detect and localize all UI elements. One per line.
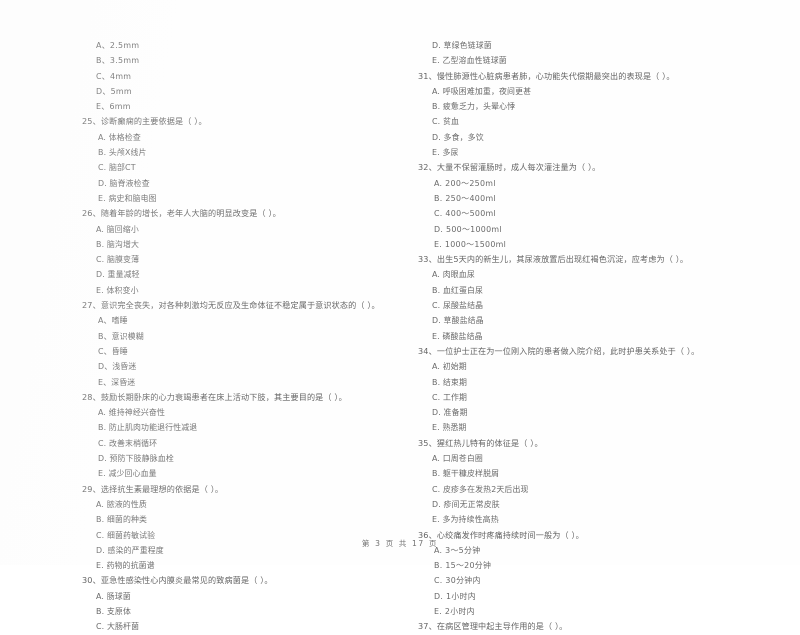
option-item: D. 草酸盐结晶 [432, 316, 484, 326]
option-item: B. 血红蛋白尿 [432, 285, 484, 295]
option-item: B、3.5mm [96, 56, 140, 66]
option-item: A. 呼吸困难加重，夜间更甚 [432, 86, 532, 96]
option-item: E. 减少回心血量 [98, 469, 157, 479]
option-item: D、5mm [96, 86, 132, 96]
option-item: C. 大肠杆菌 [96, 622, 140, 632]
option-item: E. 病史和脑电图 [98, 193, 157, 203]
option-item: B. 结束期 [432, 377, 468, 387]
option-item: C. 脑部CT [98, 163, 136, 173]
right-column: D. 草绿色链球菌 E. 乙型溶血性链球菌 31、慢性肺源性心脏病患者肺，心功能… [400, 38, 800, 631]
option-item: B. 躯干糠皮样脱屑 [432, 469, 500, 479]
question-stem: 35、猩红热儿特有的体征是（ ）。 [418, 437, 543, 448]
question-stem: 37、在病区管理中起主导作用的是（ ）。 [418, 621, 568, 632]
question-stem: 33、出生5天内的新生儿，其尿液放置后出现红褐色沉淀，应考虑为（ ）。 [418, 254, 689, 265]
option-item: E. 乙型溶血性链球菌 [432, 56, 507, 66]
option-item: B. 250～400ml [434, 193, 496, 203]
option-item: E. 1000～1500ml [434, 239, 507, 249]
question-stem: 31、慢性肺源性心脏病患者肺，心功能失代偿期最突出的表现是（ ）。 [418, 70, 675, 81]
option-item: B. 支原体 [96, 606, 132, 616]
option-item: A. 初始期 [432, 362, 467, 372]
page-footer: 第 3 页 共 17 页 [361, 539, 439, 548]
question-stem: 29、选择抗生素最理想的依据是（ ）。 [82, 483, 224, 494]
option-item: A. 肉眼血尿 [432, 270, 475, 280]
option-item: A. 脑回缩小 [96, 224, 139, 234]
option-item: C. 贫血 [432, 117, 460, 127]
option-item: A. 肠球菌 [96, 591, 131, 601]
option-item: A、嗜睡 [98, 316, 128, 326]
option-item: C、昏睡 [98, 346, 128, 356]
option-item: A. 脓液的性质 [96, 499, 147, 509]
option-item: B. 细菌的种类 [96, 515, 148, 525]
option-item: E. 体积变小 [96, 285, 139, 295]
option-item: C. 尿酸盐结晶 [432, 301, 484, 311]
option-item: B. 15～20分钟 [434, 561, 492, 571]
option-item: D. 准备期 [432, 408, 468, 418]
option-item: E、深昏迷 [98, 377, 136, 387]
option-item: A、2.5mm [96, 41, 140, 50]
option-item: D、浅昏迷 [98, 362, 137, 372]
option-item: D. 疹间无正常皮肤 [432, 499, 500, 509]
exam-page: A、2.5mm B、3.5mm C、4mm D、5mm E、6mm 25、诊断癫… [0, 0, 800, 631]
option-item: C. 工作期 [432, 392, 468, 402]
option-item: D. 1小时内 [434, 591, 476, 601]
option-item: E. 多为持续性高热 [432, 515, 499, 525]
option-item: B. 疲惫乏力，头晕心悸 [432, 102, 516, 112]
option-item: C、4mm [96, 71, 132, 81]
option-item: C. 脑膜变薄 [96, 255, 140, 265]
option-item: A. 口周苍白圈 [432, 454, 483, 464]
question-stem: 27、意识完全丧失，对各种刺激均无反应及生命体征不稳定属于意识状态的（ ）。 [82, 300, 380, 311]
option-item: C. 400～500ml [434, 209, 497, 219]
question-stem: 34、一位护士正在为一位刚入院的患者做入院介绍，此时护患关系处于（ ）。 [418, 345, 700, 356]
question-stem: 32、大量不保留灌肠时，成人每次灌注量为（ ）。 [418, 162, 601, 173]
question-stem: 26、随着年龄的增长，老年人大脑的明显改变是（ ）。 [82, 208, 281, 219]
option-item: D. 预防下肢静脉血栓 [98, 454, 174, 464]
option-item: D. 草绿色链球菌 [432, 41, 492, 50]
option-item: C. 30分钟内 [434, 576, 481, 586]
question-stem: 28、鼓励长期卧床的心力衰竭患者在床上活动下肢，其主要目的是（ ）。 [82, 391, 347, 402]
option-item: E. 2小时内 [434, 606, 475, 616]
option-item: E. 熟悉期 [432, 423, 467, 433]
option-item: B. 头颅X线片 [98, 148, 147, 158]
option-item: A. 维持神经兴奋性 [98, 408, 166, 418]
option-item: B. 脑沟增大 [96, 239, 140, 249]
option-item: A. 200～250ml [434, 178, 496, 188]
option-item: D. 多食，多饮 [432, 132, 484, 142]
question-stem: 30、亚急性感染性心内膜炎最常见的致病菌是（ ）。 [82, 575, 273, 586]
option-item: C. 皮疹多在发热2天后出现 [432, 484, 529, 494]
option-item: E、6mm [96, 102, 131, 112]
option-item: D. 重量减轻 [96, 270, 140, 280]
option-item: C. 改善末梢循环 [98, 438, 158, 448]
question-stem: 25、诊断癫痫的主要依据是（ ）。 [82, 116, 207, 127]
left-column: A、2.5mm B、3.5mm C、4mm D、5mm E、6mm 25、诊断癫… [0, 38, 400, 631]
option-item: B、意识模糊 [98, 331, 144, 341]
option-item: B. 防止肌肉功能退行性减退 [98, 423, 198, 433]
option-item: A. 体格检查 [98, 132, 141, 142]
option-item: E. 多尿 [432, 148, 459, 158]
two-column-body: A、2.5mm B、3.5mm C、4mm D、5mm E、6mm 25、诊断癫… [0, 38, 800, 631]
option-item: D. 500～1000ml [434, 224, 502, 234]
option-item: E. 磷酸盐结晶 [432, 331, 483, 341]
option-item: E. 药物的抗菌谱 [96, 561, 155, 571]
option-item: D. 脑脊液检查 [98, 178, 150, 188]
